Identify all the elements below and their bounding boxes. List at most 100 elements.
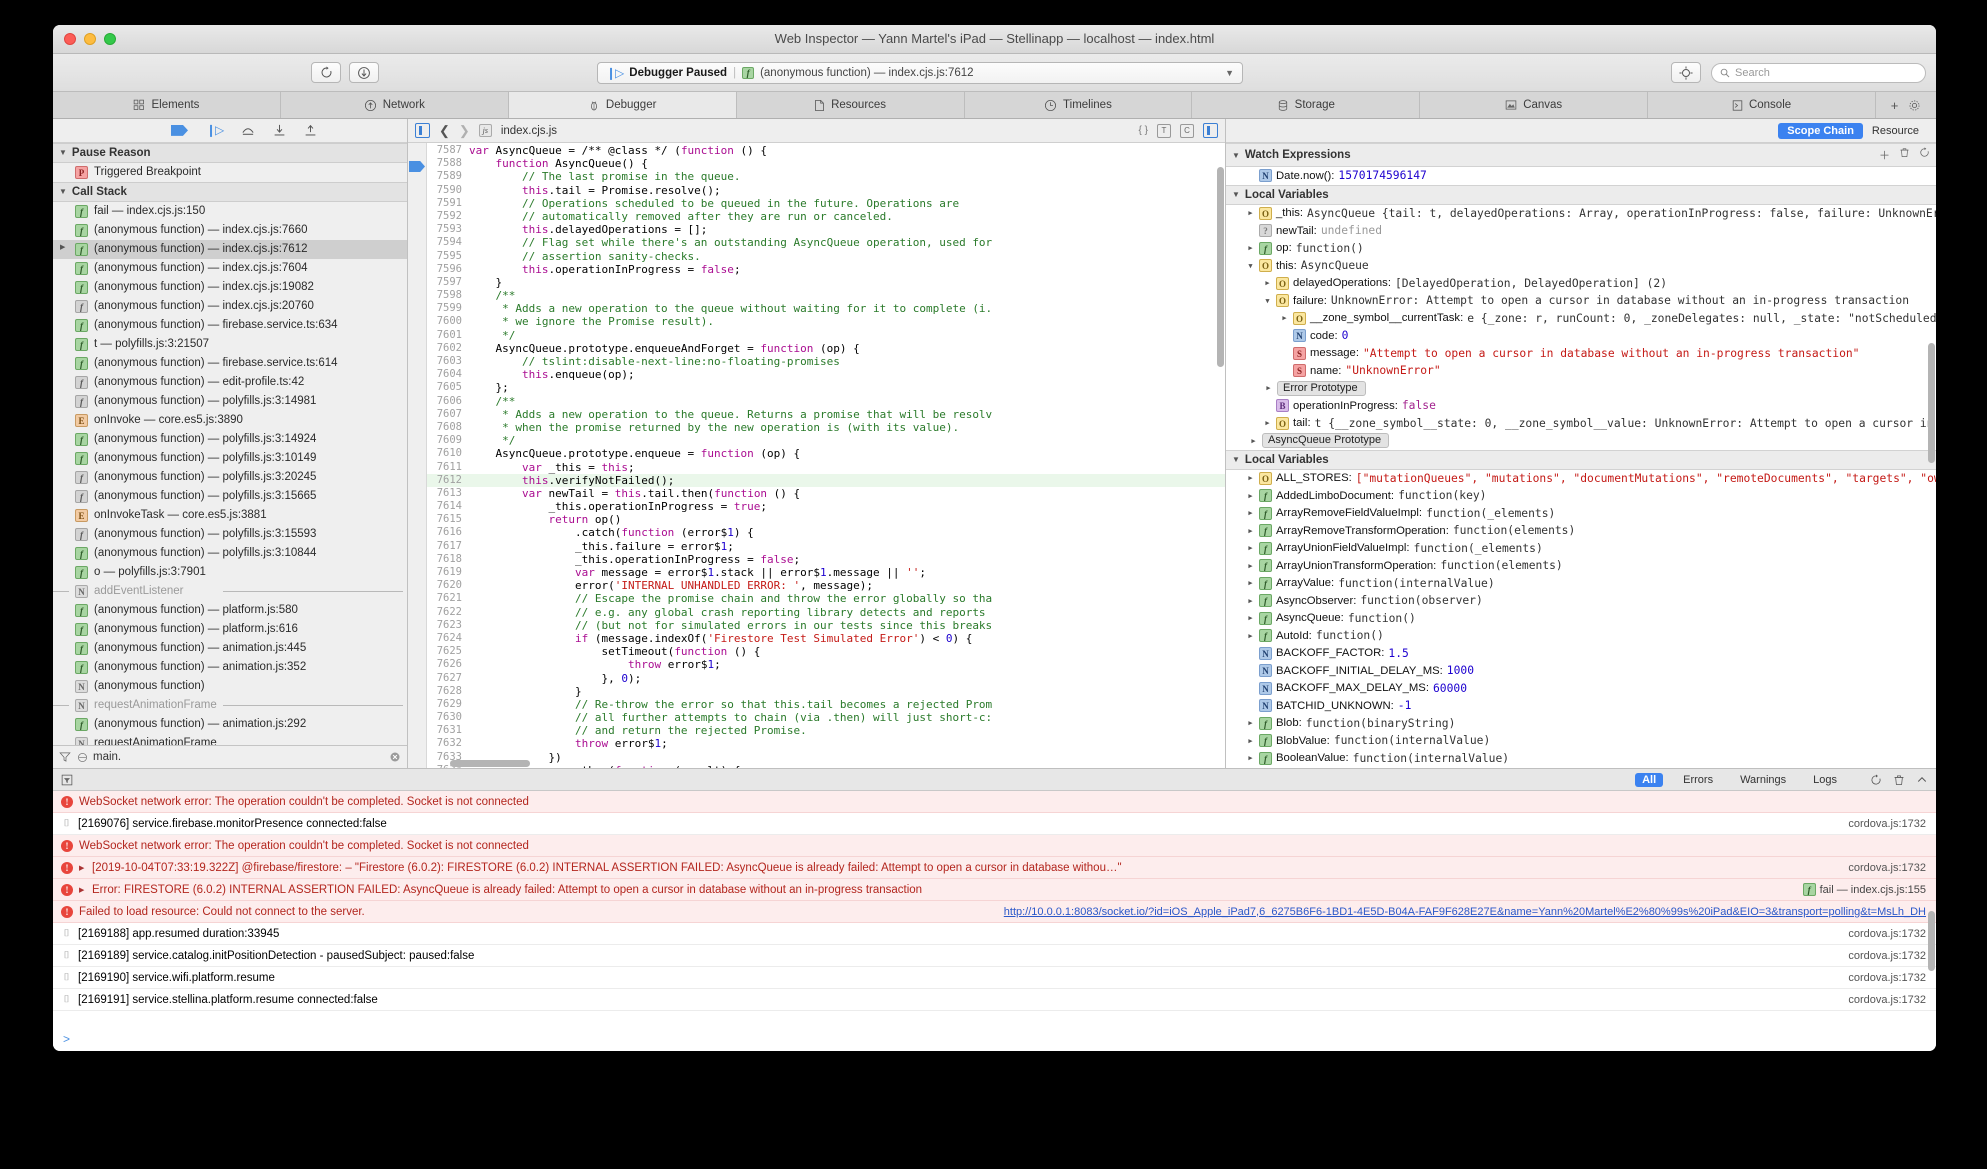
call-stack-frame[interactable]: f (anonymous function) — index.cjs.js:207…: [53, 297, 407, 316]
console-error-row[interactable]: ! ▶ [2019-10-04T07:33:19.322Z] @firebase/f…: [53, 857, 1936, 879]
toggle-details-sidebar-icon[interactable]: [1203, 123, 1218, 138]
disclosure-triangle-icon[interactable]: ▶: [1280, 314, 1289, 322]
call-stack-frame[interactable]: f (anonymous function) — polyfills.js:3:1…: [53, 430, 407, 449]
debugger-status-bar[interactable]: ❙▷ Debugger Paused | f (anonymous functi…: [597, 61, 1243, 84]
disclosure-triangle-icon[interactable]: ▶: [1246, 632, 1255, 640]
code-coverage-icon[interactable]: C: [1180, 123, 1194, 138]
code-line[interactable]: 7613 var newTail = this.tail.then(functi…: [427, 487, 1225, 500]
call-stack-frame[interactable]: f (anonymous function) — index.cjs.js:761…: [53, 239, 407, 259]
disclosure-triangle-icon[interactable]: ▼: [1232, 190, 1240, 199]
filter-input[interactable]: main.: [77, 751, 383, 763]
scope-variable-row[interactable]: ▶ f AsyncObserver: function(observer): [1226, 592, 1936, 610]
code-line[interactable]: 7630 // all further attempts to chain (v…: [427, 711, 1225, 724]
console-message-source[interactable]: cordova.js:1732: [1836, 950, 1926, 962]
scope-variable-row[interactable]: ▶ O ALL_STORES: ["mutationQueues", "mutatio…: [1226, 470, 1936, 488]
disclosure-triangle-icon[interactable]: ▶: [1246, 509, 1255, 517]
call-stack-frame[interactable]: f (anonymous function) — platform.js:616: [53, 620, 407, 639]
code-line[interactable]: 7632 throw error$1;: [427, 737, 1225, 750]
tab-resource[interactable]: Resource: [1863, 123, 1928, 139]
disclosure-triangle-icon[interactable]: ▶: [79, 886, 86, 894]
scope-variable-row[interactable]: ▶ O __zone_symbol__currentTask: e {_zone: r…: [1226, 310, 1936, 328]
call-stack-frame[interactable]: f fail — index.cjs.js:150: [53, 202, 407, 221]
disclosure-triangle-open-icon[interactable]: ▼: [1263, 297, 1272, 305]
scope-variable-row[interactable]: ▶ f ArrayRemoveTransformOperation: function…: [1226, 522, 1936, 540]
navigate-forward-icon[interactable]: ❯: [459, 123, 470, 139]
call-stack-filter-bar[interactable]: main.: [53, 745, 407, 768]
reload-icon[interactable]: [1870, 773, 1882, 786]
chevron-down-icon[interactable]: ▼: [1225, 68, 1234, 78]
breakpoint-marker[interactable]: [409, 161, 425, 172]
disclosure-triangle-icon[interactable]: ▼: [59, 148, 67, 157]
call-stack-frame[interactable]: f (anonymous function) — animation.js:445: [53, 639, 407, 658]
code-line[interactable]: 7605 };: [427, 381, 1225, 394]
pretty-print-icon[interactable]: { }: [1139, 125, 1148, 136]
scope-variable-row[interactable]: ▶ OdelayedOperations: [DelayedOperation, D…: [1226, 275, 1936, 293]
call-stack-frame[interactable]: f (anonymous function) — polyfills.js:3:1…: [53, 392, 407, 411]
scope-variable-row[interactable]: ▶ f ArrayValue: function(internalValue): [1226, 575, 1936, 593]
code-line[interactable]: 7616 .catch(function (error$1) {: [427, 526, 1225, 539]
call-stack-frame[interactable]: f (anonymous function) — polyfills.js:3:1…: [53, 525, 407, 544]
console-scrollbar[interactable]: [1928, 911, 1935, 971]
disclosure-triangle-icon[interactable]: ▼: [59, 187, 67, 196]
filter-icon[interactable]: [61, 774, 73, 786]
console-message-source[interactable]: cordova.js:1732: [1836, 818, 1926, 830]
console-message-source[interactable]: f fail — index.cjs.js:155: [1791, 883, 1926, 896]
show-types-icon[interactable]: T: [1157, 123, 1171, 138]
tab-console[interactable]: Console: [1648, 92, 1876, 118]
local-variables-header-1[interactable]: ▼ Local Variables: [1226, 184, 1936, 205]
code-line[interactable]: 7608 * when the promise returned by the …: [427, 421, 1225, 434]
code-line-current[interactable]: 7612 this.verifyNotFailed();: [427, 473, 1225, 487]
call-stack-frame[interactable]: EonInvoke — core.es5.js:3890: [53, 411, 407, 430]
code-line[interactable]: 7618 _this.operationInProgress = false;: [427, 553, 1225, 566]
toggle-sidebar-icon[interactable]: [415, 123, 430, 138]
scope-variable-row[interactable]: ▶ f BlobValue: function(internalValue): [1226, 732, 1936, 750]
scope-variable-row[interactable]: ▶ f ArrayUnionTransformOperation: function(…: [1226, 557, 1936, 575]
code-line[interactable]: 7628 }: [427, 685, 1225, 698]
code-line[interactable]: 7625 setTimeout(function () {: [427, 645, 1225, 658]
code-line[interactable]: 7629 // Re-throw the error so that this.…: [427, 698, 1225, 711]
console-error-row[interactable]: ! WebSocket network error: The operation …: [53, 791, 1936, 813]
download-button[interactable]: [349, 62, 379, 83]
scope-variable-row[interactable]: ▶ N BATCHID_UNKNOWN:-1: [1226, 697, 1936, 715]
code-line[interactable]: 7593 this.delayedOperations = [];: [427, 223, 1225, 236]
console-filter-warnings[interactable]: Warnings: [1733, 773, 1793, 787]
call-stack-frame[interactable]: f (anonymous function) — firebase.service…: [53, 316, 407, 335]
code-line[interactable]: 7620 error('INTERNAL UNHANDLED ERROR: ',…: [427, 579, 1225, 592]
code-line[interactable]: 7623 // (but not for simulated errors in…: [427, 619, 1225, 632]
code-line[interactable]: 7621 // Escape the promise chain and thr…: [427, 592, 1225, 605]
console-message-source[interactable]: cordova.js:1732: [1836, 972, 1926, 984]
scope-variable-row[interactable]: ▶? newTail:undefined: [1226, 222, 1936, 240]
filter-icon[interactable]: [59, 751, 71, 763]
step-over-icon[interactable]: [241, 124, 255, 136]
disclosure-triangle-icon[interactable]: ▶: [1246, 209, 1255, 217]
code-line[interactable]: 7622 // e.g. any global crash reporting …: [427, 606, 1225, 619]
code-line[interactable]: 7600 * we ignore the Promise result).: [427, 315, 1225, 328]
code-line[interactable]: 7633 }): [427, 751, 1225, 764]
search-field[interactable]: Search: [1711, 62, 1926, 83]
tab-scope-chain[interactable]: Scope Chain: [1778, 122, 1863, 139]
code-horizontal-scrollbar[interactable]: [450, 760, 530, 767]
code-lines[interactable]: 7587 var AsyncQueue = /** @class */ (func…: [427, 143, 1225, 768]
error-prototype-row[interactable]: ▶ Error Prototype: [1226, 380, 1936, 398]
call-stack-frame[interactable]: f (anonymous function) — platform.js:580: [53, 601, 407, 620]
disclosure-triangle-icon[interactable]: ▶: [1246, 544, 1255, 552]
chevron-up-icon[interactable]: [1916, 774, 1928, 786]
disclosure-triangle-icon[interactable]: ▶: [1246, 719, 1255, 727]
local-variables-header-2[interactable]: ▼ Local Variables: [1226, 449, 1936, 470]
scope-variable-row[interactable]: ▶ Ncode:0: [1226, 327, 1936, 345]
code-line[interactable]: 7588 function AsyncQueue() {: [427, 157, 1225, 170]
step-out-icon[interactable]: [304, 124, 317, 137]
code-line[interactable]: 7591 // Operations scheduled to be queue…: [427, 197, 1225, 210]
console-prompt[interactable]: >: [53, 1027, 1936, 1051]
scope-variable-row[interactable]: ▶ N BACKOFF_MAX_DELAY_MS:60000: [1226, 680, 1936, 698]
disclosure-triangle-icon[interactable]: ▶: [1246, 244, 1255, 252]
call-stack-frame[interactable]: f (anonymous function) — firebase.service…: [53, 354, 407, 373]
add-tab-icon[interactable]: +: [1891, 98, 1899, 113]
call-stack-frame[interactable]: f (anonymous function) — polyfills.js:3:1…: [53, 449, 407, 468]
code-line[interactable]: 7599 * Adds a new operation to the queue…: [427, 302, 1225, 315]
clear-icon[interactable]: [389, 751, 401, 763]
scope-variable-row[interactable]: ▶ Otail: t {__zone_symbol__state: 0, __zon…: [1226, 415, 1936, 433]
code-line[interactable]: 7610 AsyncQueue.prototype.enqueue = func…: [427, 447, 1225, 460]
call-stack-frame[interactable]: EonInvokeTask — core.es5.js:3881: [53, 506, 407, 525]
code-line[interactable]: 7603 // tslint:disable-next-line:no-floa…: [427, 355, 1225, 368]
